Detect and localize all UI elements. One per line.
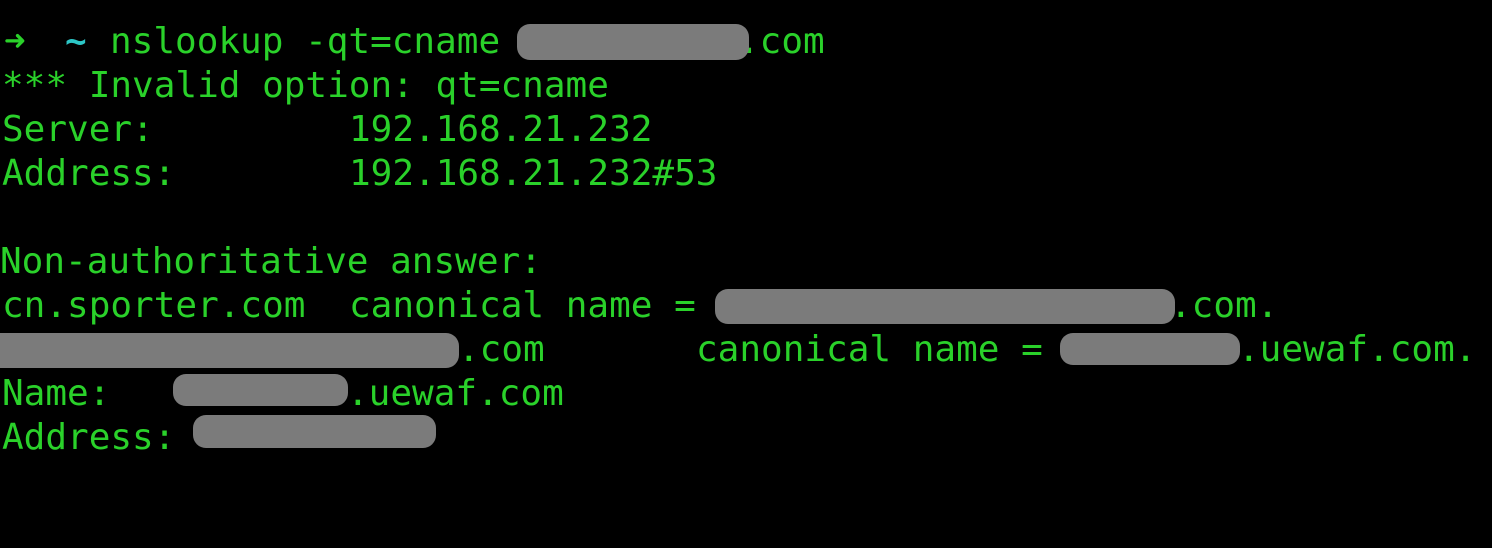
redacted-cname2-target [1060, 333, 1240, 365]
command-text: nslookup -qt=cname [110, 21, 501, 62]
name-suffix: .uewaf.com [347, 373, 564, 414]
server-value: 192.168.21.232 [349, 109, 653, 150]
server-label: Server: [2, 109, 154, 150]
server-line: Server: 192.168.21.232 [0, 108, 652, 152]
command-domain-suffix: .com [738, 21, 825, 62]
prompt-arrow-icon: ➜ [4, 21, 26, 62]
prompt-cwd: ~ [65, 21, 87, 62]
address-label: Address: [2, 153, 176, 194]
name-label: Name: [2, 373, 111, 414]
redacted-cname2-host [0, 333, 459, 368]
cname1-suffix: .com. [1170, 285, 1279, 326]
cname1-label: canonical name = [349, 285, 696, 326]
terminal-window[interactable]: ➜ ~ nslookup -qt=cname .com *** Invalid … [0, 0, 1492, 480]
prompt-line: ➜ ~ nslookup -qt=cname .com [0, 20, 825, 64]
address-value: 192.168.21.232#53 [349, 153, 718, 194]
cname1-host: cn.sporter.com [2, 285, 306, 326]
cname2-suffix: .com [458, 329, 545, 370]
address2-line: Address: [0, 416, 175, 460]
invalid-option-line: *** Invalid option: qt=cname [2, 65, 609, 106]
redacted-cname1-target [715, 289, 1175, 324]
address-line: Address: 192.168.21.232#53 [0, 152, 717, 196]
redacted-name [173, 374, 348, 406]
non-authoritative-line: Non-authoritative answer: [0, 241, 542, 282]
redacted-domain [517, 24, 749, 60]
cname-line-1: cn.sporter.com canonical name = .com. [0, 284, 1278, 328]
redacted-address [193, 415, 436, 448]
address2-label: Address: [2, 417, 176, 458]
cname2-target-suffix: .uewaf.com. [1238, 329, 1477, 370]
name-line: Name: .uewaf.com [0, 372, 564, 416]
cname2-label: canonical name = [696, 329, 1043, 370]
